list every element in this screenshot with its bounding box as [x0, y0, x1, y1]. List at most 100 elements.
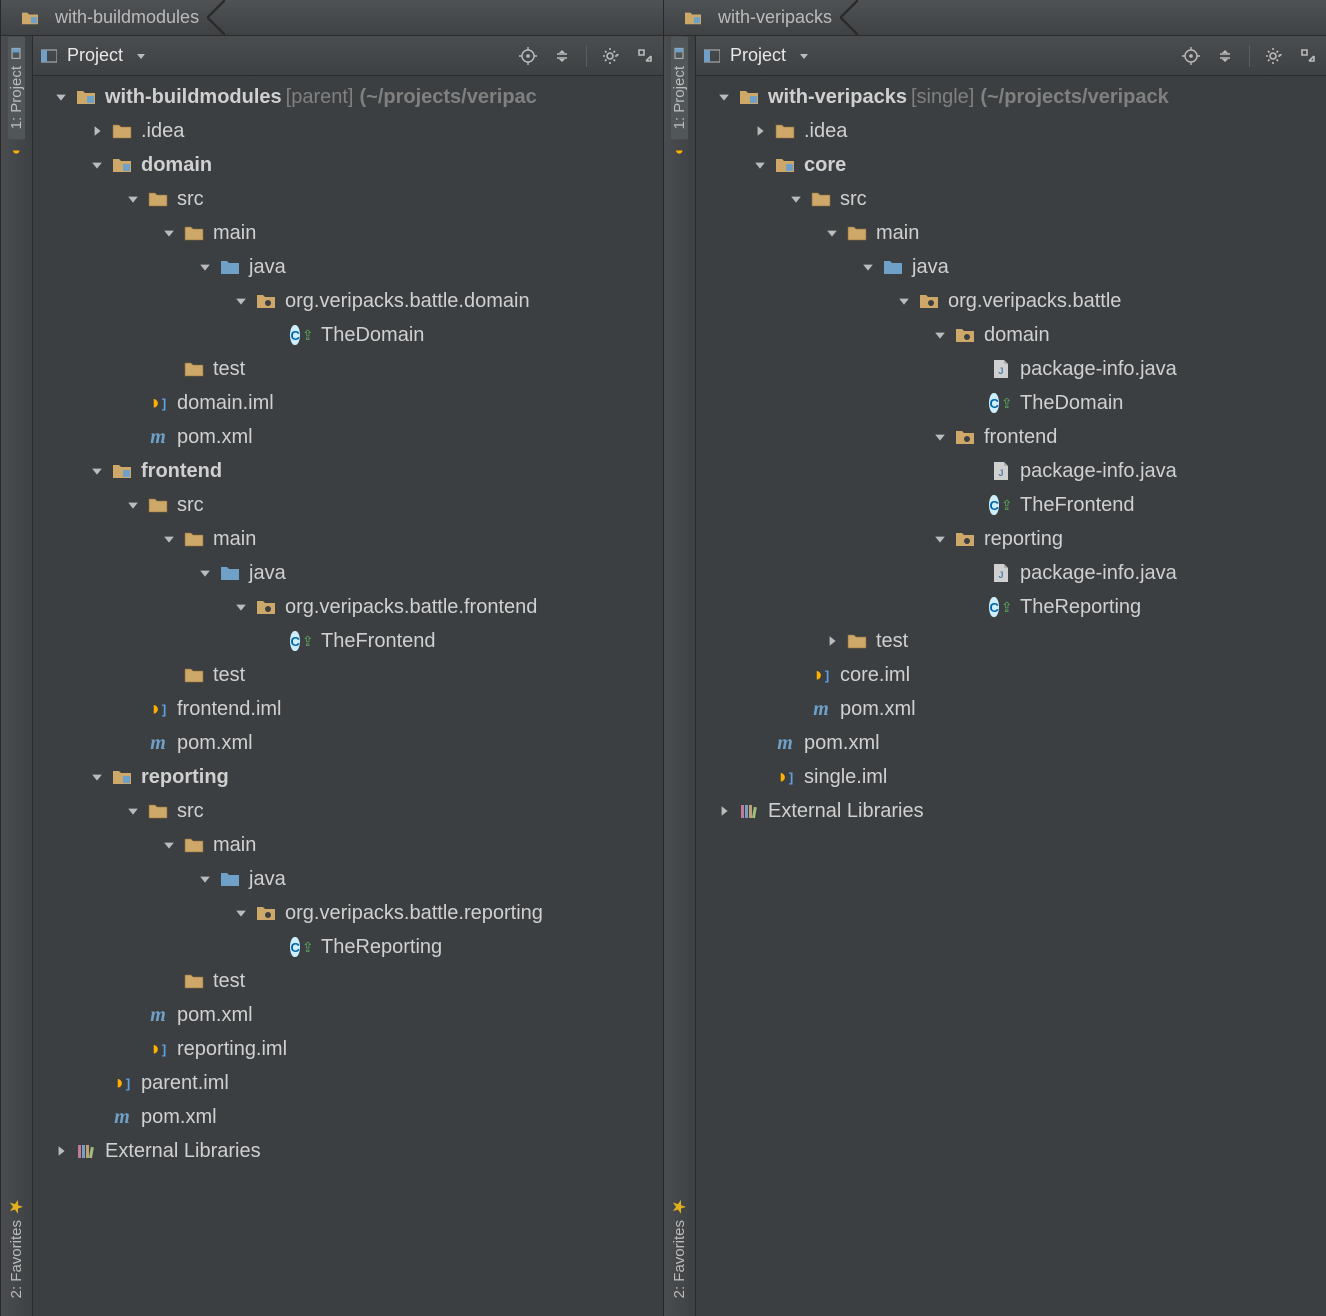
locate-icon[interactable]: [1181, 46, 1201, 66]
hide-icon[interactable]: [1298, 46, 1318, 66]
expand-arrow-icon[interactable]: [932, 531, 948, 547]
tree-row[interactable]: ◗]single.iml: [696, 760, 1326, 794]
hide-icon[interactable]: [635, 46, 655, 66]
tree-row[interactable]: org.veripacks.battle.reporting: [33, 896, 663, 930]
tree-row[interactable]: org.veripacks.battle: [696, 284, 1326, 318]
tree-row[interactable]: C⇪TheReporting: [696, 590, 1326, 624]
expand-arrow-icon[interactable]: [197, 259, 213, 275]
expand-arrow-icon[interactable]: [752, 735, 768, 751]
tree-row[interactable]: main: [33, 216, 663, 250]
tree-row[interactable]: test: [33, 964, 663, 998]
tree-row[interactable]: java: [33, 862, 663, 896]
expand-arrow-icon[interactable]: [89, 123, 105, 139]
expand-arrow-icon[interactable]: [161, 667, 177, 683]
expand-arrow-icon[interactable]: [716, 89, 732, 105]
expand-arrow-icon[interactable]: [125, 497, 141, 513]
tree-row[interactable]: Jpackage-info.java: [696, 352, 1326, 386]
expand-arrow-icon[interactable]: [161, 225, 177, 241]
tree-row[interactable]: mpom.xml: [33, 726, 663, 760]
expand-arrow-icon[interactable]: [788, 667, 804, 683]
tree-row[interactable]: src: [696, 182, 1326, 216]
expand-arrow-icon[interactable]: [89, 157, 105, 173]
tree-row[interactable]: C⇪TheDomain: [33, 318, 663, 352]
expand-arrow-icon[interactable]: [968, 463, 984, 479]
tree-row[interactable]: ◗]core.iml: [696, 658, 1326, 692]
expand-arrow-icon[interactable]: [269, 327, 285, 343]
chevron-down-icon[interactable]: [794, 46, 814, 66]
expand-arrow-icon[interactable]: [752, 123, 768, 139]
tree-row[interactable]: C⇪TheFrontend: [33, 624, 663, 658]
expand-arrow-icon[interactable]: [233, 293, 249, 309]
project-tree[interactable]: with-veripacks [single] (~/projects/veri…: [696, 76, 1326, 1316]
expand-arrow-icon[interactable]: [89, 1109, 105, 1125]
expand-arrow-icon[interactable]: [932, 429, 948, 445]
tree-row[interactable]: src: [33, 182, 663, 216]
tree-row[interactable]: mpom.xml: [33, 420, 663, 454]
tree-row[interactable]: java: [696, 250, 1326, 284]
expand-arrow-icon[interactable]: [716, 803, 732, 819]
tree-row[interactable]: test: [33, 658, 663, 692]
expand-arrow-icon[interactable]: [968, 599, 984, 615]
tree-row[interactable]: mpom.xml: [33, 998, 663, 1032]
expand-arrow-icon[interactable]: [860, 259, 876, 275]
tool-tab-structure[interactable]: ◗: [673, 139, 687, 165]
tool-tab-project[interactable]: 1: Project: [8, 36, 25, 139]
expand-arrow-icon[interactable]: [53, 1143, 69, 1159]
tree-row[interactable]: with-buildmodules [parent] (~/projects/v…: [33, 80, 663, 114]
expand-arrow-icon[interactable]: [968, 361, 984, 377]
expand-arrow-icon[interactable]: [125, 191, 141, 207]
expand-arrow-icon[interactable]: [788, 701, 804, 717]
tree-row[interactable]: test: [696, 624, 1326, 658]
tree-row[interactable]: C⇪TheFrontend: [696, 488, 1326, 522]
expand-arrow-icon[interactable]: [197, 871, 213, 887]
tree-row[interactable]: External Libraries: [33, 1134, 663, 1168]
tree-row[interactable]: Jpackage-info.java: [696, 556, 1326, 590]
tree-row[interactable]: ◗]frontend.iml: [33, 692, 663, 726]
expand-arrow-icon[interactable]: [161, 837, 177, 853]
chevron-down-icon[interactable]: [131, 46, 151, 66]
tree-row[interactable]: domain: [696, 318, 1326, 352]
tree-row[interactable]: core: [696, 148, 1326, 182]
tree-row[interactable]: .idea: [696, 114, 1326, 148]
expand-arrow-icon[interactable]: [269, 633, 285, 649]
expand-arrow-icon[interactable]: [896, 293, 912, 309]
tree-row[interactable]: C⇪TheReporting: [33, 930, 663, 964]
tree-row[interactable]: with-veripacks [single] (~/projects/veri…: [696, 80, 1326, 114]
tree-row[interactable]: src: [33, 794, 663, 828]
expand-arrow-icon[interactable]: [89, 463, 105, 479]
tool-tab-project[interactable]: 1: Project: [671, 36, 688, 139]
tree-row[interactable]: org.veripacks.battle.domain: [33, 284, 663, 318]
expand-arrow-icon[interactable]: [788, 191, 804, 207]
tree-row[interactable]: ◗]domain.iml: [33, 386, 663, 420]
expand-arrow-icon[interactable]: [752, 769, 768, 785]
tool-tab-favorites[interactable]: 2: Favorites ★: [671, 1190, 688, 1308]
expand-arrow-icon[interactable]: [752, 157, 768, 173]
tree-row[interactable]: mpom.xml: [696, 692, 1326, 726]
expand-arrow-icon[interactable]: [269, 939, 285, 955]
expand-arrow-icon[interactable]: [233, 599, 249, 615]
tree-row[interactable]: domain: [33, 148, 663, 182]
expand-arrow-icon[interactable]: [968, 565, 984, 581]
project-tree[interactable]: with-buildmodules [parent] (~/projects/v…: [33, 76, 663, 1316]
tree-row[interactable]: .idea: [33, 114, 663, 148]
view-title[interactable]: Project: [67, 45, 123, 66]
expand-arrow-icon[interactable]: [824, 633, 840, 649]
collapse-all-icon[interactable]: [1215, 46, 1235, 66]
tree-row[interactable]: org.veripacks.battle.frontend: [33, 590, 663, 624]
gear-icon[interactable]: [601, 46, 621, 66]
expand-arrow-icon[interactable]: [968, 395, 984, 411]
tree-row[interactable]: reporting: [33, 760, 663, 794]
locate-icon[interactable]: [518, 46, 538, 66]
expand-arrow-icon[interactable]: [89, 1075, 105, 1091]
tree-row[interactable]: main: [33, 522, 663, 556]
expand-arrow-icon[interactable]: [125, 803, 141, 819]
tree-row[interactable]: test: [33, 352, 663, 386]
expand-arrow-icon[interactable]: [233, 905, 249, 921]
tree-row[interactable]: mpom.xml: [696, 726, 1326, 760]
gear-icon[interactable]: [1264, 46, 1284, 66]
expand-arrow-icon[interactable]: [161, 531, 177, 547]
tree-row[interactable]: frontend: [696, 420, 1326, 454]
expand-arrow-icon[interactable]: [125, 429, 141, 445]
tool-tab-structure[interactable]: ◗: [10, 139, 24, 165]
tree-row[interactable]: main: [696, 216, 1326, 250]
